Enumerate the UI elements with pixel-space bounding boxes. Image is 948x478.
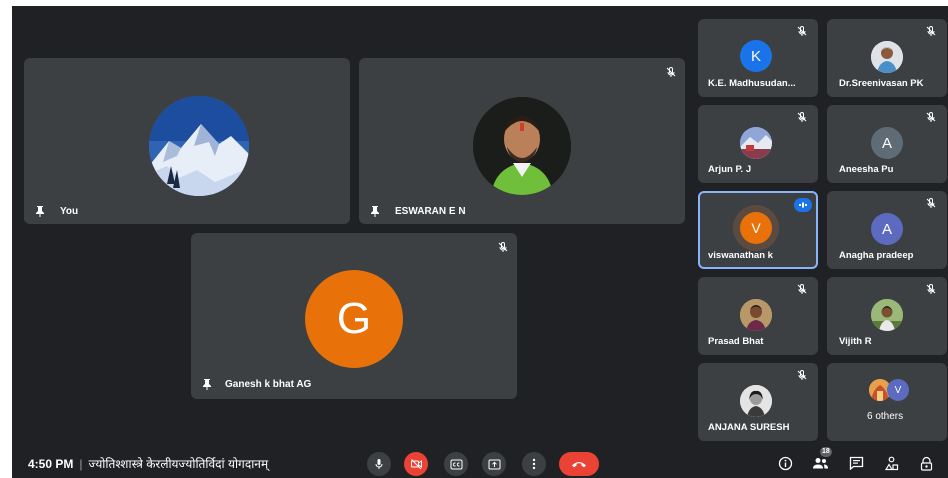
host-controls-button[interactable] — [917, 454, 935, 472]
control-bar: 4:50 PM | ज्योतिश्शास्त्रे केरलीयज्योतिर्व… — [12, 446, 948, 478]
pin-icon[interactable] — [34, 205, 46, 217]
participant-tile-prasad[interactable]: Prasad Bhat — [698, 277, 818, 355]
speaking-indicator-icon — [794, 198, 812, 212]
camera-off-icon — [410, 459, 422, 470]
avatar-prasad — [740, 299, 772, 331]
avatar-anagha: A — [871, 213, 903, 245]
participant-name: Prasad Bhat — [708, 336, 764, 347]
photo-icon — [740, 127, 772, 159]
others-count-label: 6 others — [867, 411, 904, 422]
others-tile[interactable]: V 6 others — [827, 363, 947, 441]
person-photo-icon — [473, 97, 571, 195]
person-photo-icon — [740, 299, 772, 331]
pin-icon[interactable] — [201, 378, 213, 390]
camera-button[interactable] — [404, 452, 428, 476]
more-vert-icon — [532, 458, 536, 470]
avatar-other-initial: V — [887, 379, 909, 401]
microphone-icon — [375, 459, 383, 469]
meeting-details-button[interactable] — [776, 454, 794, 472]
mic-off-icon — [797, 369, 807, 380]
participant-name: Anagha pradeep — [839, 250, 914, 261]
mic-off-icon — [797, 111, 807, 122]
people-button[interactable]: 18 — [811, 447, 832, 472]
present-button[interactable] — [482, 452, 506, 476]
person-photo-icon — [871, 41, 903, 73]
mic-off-icon — [797, 25, 807, 36]
avatar-anjana — [740, 385, 772, 417]
participant-tile-aneesha[interactable]: A Aneesha Pu — [827, 105, 947, 183]
participant-name: You — [60, 206, 79, 217]
participant-name: ANJANA SURESH — [708, 422, 790, 433]
participant-name: ESWARAN E N — [395, 206, 466, 217]
avatar-ganesh: G — [305, 270, 403, 368]
participant-name: Ganesh k bhat AG — [225, 379, 312, 390]
participant-tile-eswaran[interactable]: ESWARAN E N — [359, 58, 685, 224]
participant-name: Aneesha Pu — [839, 164, 894, 175]
mic-off-icon — [498, 241, 508, 252]
activities-button[interactable] — [882, 454, 900, 472]
participant-name: K.E. Madhusudan... — [708, 78, 796, 89]
mic-off-icon — [666, 66, 676, 77]
avatar-aneesha: A — [871, 127, 903, 159]
mic-off-icon — [926, 111, 936, 122]
hang-up-icon — [572, 462, 586, 468]
participant-tile-anjana[interactable]: ANJANA SURESH — [698, 363, 818, 441]
avatar-arjun — [740, 127, 772, 159]
separator: | — [79, 457, 83, 471]
microphone-button[interactable] — [367, 452, 391, 476]
participant-name: Vijith R — [839, 336, 872, 347]
people-count-badge: 18 — [820, 447, 832, 457]
meeting-info: 4:50 PM | ज्योतिश्शास्त्रे केरलीयज्योतिर्व… — [28, 455, 268, 472]
participant-tile-you[interactable]: You — [24, 58, 350, 224]
info-icon — [778, 456, 792, 470]
participant-name: viswanathan k — [708, 250, 773, 261]
participant-tile-madhusudan[interactable]: K K.E. Madhusudan... — [698, 19, 818, 97]
captions-icon — [450, 459, 462, 469]
lock-person-icon — [920, 456, 932, 471]
participant-tile-viswanathan[interactable]: V viswanathan k — [698, 191, 818, 269]
mic-off-icon — [926, 25, 936, 36]
participant-name: Arjun P. J — [708, 164, 752, 175]
clock-time: 4:50 PM — [28, 457, 74, 471]
avatar-you — [149, 96, 249, 196]
meeting-stage: You ESWARAN E N G Ganesh k bhat AG K K.E… — [12, 6, 948, 478]
participant-tile-ganesh[interactable]: G Ganesh k bhat AG — [191, 233, 517, 399]
participant-tile-vijith[interactable]: Vijith R — [827, 277, 947, 355]
present-screen-icon — [488, 459, 500, 469]
participant-tile-sreenivasan[interactable]: Dr.Sreenivasan PK — [827, 19, 947, 97]
chat-icon — [849, 456, 863, 470]
avatar-vijith — [871, 299, 903, 331]
pin-icon[interactable] — [369, 205, 381, 217]
leave-call-button[interactable] — [559, 452, 599, 476]
mic-off-icon — [797, 283, 807, 294]
captions-button[interactable] — [444, 452, 468, 476]
people-icon — [812, 458, 828, 469]
person-photo-icon — [871, 299, 903, 331]
participant-name: Dr.Sreenivasan PK — [839, 78, 924, 89]
mic-off-icon — [926, 197, 936, 208]
meeting-title: ज्योतिश्शास्त्रे केरलीयज्योतिर्विदां योग… — [88, 457, 269, 471]
activities-icon — [884, 456, 898, 470]
mountain-image-icon — [149, 96, 249, 196]
avatar-sreenivasan — [871, 41, 903, 73]
participant-tile-anagha[interactable]: A Anagha pradeep — [827, 191, 947, 269]
avatar-madhusudan: K — [740, 40, 772, 72]
person-photo-icon — [740, 385, 772, 417]
mic-off-icon — [926, 283, 936, 294]
avatar-eswaran — [473, 97, 571, 195]
participant-tile-arjun[interactable]: Arjun P. J — [698, 105, 818, 183]
more-options-button[interactable] — [522, 452, 546, 476]
avatar-viswanathan: V — [740, 212, 772, 244]
chat-button[interactable] — [847, 454, 865, 472]
